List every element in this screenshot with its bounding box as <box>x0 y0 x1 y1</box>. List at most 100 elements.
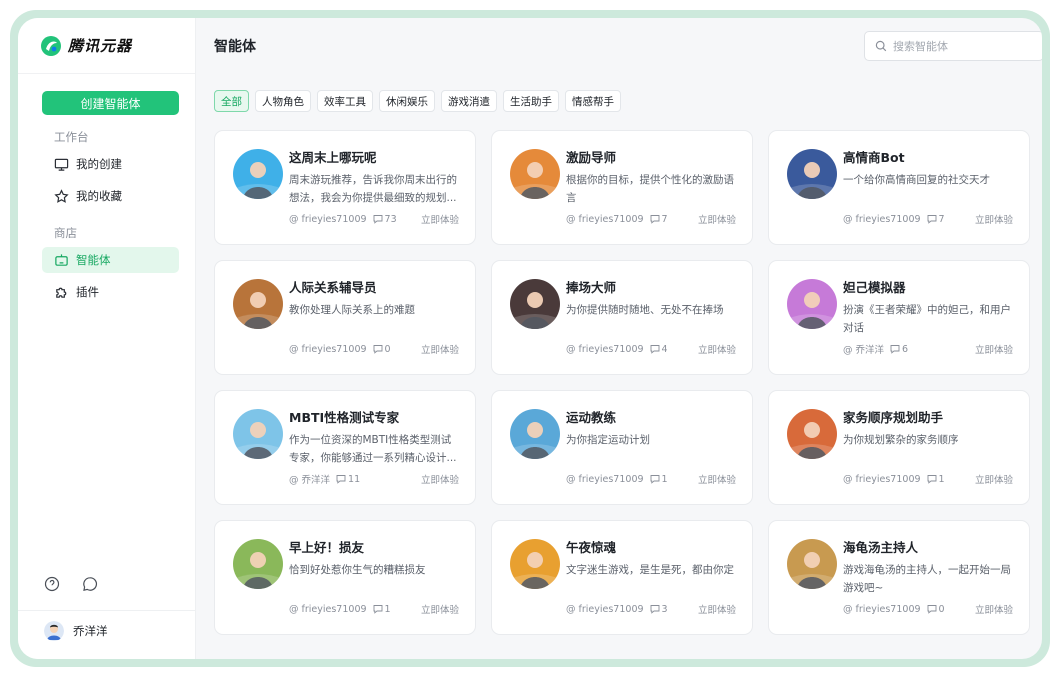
agent-comment-count: 3 <box>661 603 668 615</box>
agent-avatar-image <box>510 149 560 199</box>
agent-meta: @ frieyies71009 1 立即体验 <box>843 472 1013 487</box>
try-now-link[interactable]: 立即体验 <box>975 472 1013 486</box>
agent-card[interactable]: 家务顺序规划助手 为你规划繁杂的家务顺序 @ frieyies71009 1 立… <box>768 390 1030 505</box>
agent-card[interactable]: 捧场大师 为你提供随时随地、无处不在捧场 @ frieyies71009 4 立… <box>491 260 753 375</box>
agent-comment-count: 1 <box>661 473 668 485</box>
try-now-link[interactable]: 立即体验 <box>421 602 459 616</box>
sidebar: 腾讯元器 创建智能体 工作台 我的创建 我的收藏 商店 智能体 插件 乔洋洋 <box>18 18 196 659</box>
app-window: 腾讯元器 创建智能体 工作台 我的创建 我的收藏 商店 智能体 插件 乔洋洋 智… <box>18 18 1042 659</box>
tab-life-assistant[interactable]: 生活助手 <box>503 90 559 112</box>
try-now-link[interactable]: 立即体验 <box>975 342 1013 356</box>
agent-avatar-image <box>787 539 837 589</box>
try-now-link[interactable]: 立即体验 <box>698 472 736 486</box>
agent-avatar <box>233 279 283 329</box>
agent-title: 运动教练 <box>566 410 617 425</box>
user-profile[interactable]: 乔洋洋 <box>18 610 195 650</box>
agent-description: 教你处理人际关系上的难题 <box>289 304 415 316</box>
tab-characters[interactable]: 人物角色 <box>255 90 311 112</box>
agent-comment-count: 73 <box>384 213 397 225</box>
agent-grid: 这周末上哪玩呢 周末游玩推荐，告诉我你周末出行的想法，我会为你提供最细致的规划.… <box>214 130 1042 635</box>
agent-title: 海龟汤主持人 <box>843 540 919 555</box>
agent-avatar <box>510 149 560 199</box>
agent-author[interactable]: @ frieyies71009 <box>843 474 921 485</box>
agent-author[interactable]: @ frieyies71009 <box>566 474 644 485</box>
avatar <box>44 620 64 641</box>
agent-avatar-image <box>787 279 837 329</box>
tab-productivity[interactable]: 效率工具 <box>317 90 373 112</box>
agent-comment-count: 6 <box>902 343 909 355</box>
agent-card[interactable]: 午夜惊魂 文字迷生游戏，是生是死，都由你定 @ frieyies71009 3 … <box>491 520 753 635</box>
agent-description: 根据你的目标，提供个性化的激励语言 <box>566 174 734 204</box>
agent-author[interactable]: @ frieyies71009 <box>566 604 644 615</box>
agent-meta: @ frieyies71009 3 立即体验 <box>566 602 736 617</box>
sidebar-item-my-favorites[interactable]: 我的收藏 <box>42 183 179 209</box>
agent-author[interactable]: @ 乔洋洋 <box>843 342 884 356</box>
agent-avatar-image <box>510 539 560 589</box>
comment-icon <box>650 345 659 354</box>
agent-card[interactable]: 妲己模拟器 扮演《王者荣耀》中的妲己，和用户对话 @ 乔洋洋 6 立即体验 <box>768 260 1030 375</box>
agent-avatar-image <box>787 409 837 459</box>
tab-emotional-helper[interactable]: 情感帮手 <box>565 90 621 112</box>
agent-meta: @ frieyies71009 7 立即体验 <box>843 212 1013 227</box>
agent-description: 为你规划繁杂的家务顺序 <box>843 434 959 446</box>
page-title: 智能体 <box>214 39 256 55</box>
agent-avatar-image <box>787 149 837 199</box>
comment-icon <box>650 215 659 224</box>
agent-avatar <box>787 409 837 459</box>
try-now-link[interactable]: 立即体验 <box>421 212 459 226</box>
agent-card[interactable]: 高情商Bot 一个给你高情商回复的社交天才 @ frieyies71009 7 … <box>768 130 1030 245</box>
agent-avatar-image <box>233 149 283 199</box>
try-now-link[interactable]: 立即体验 <box>975 602 1013 616</box>
agent-title: 家务顺序规划助手 <box>843 410 944 425</box>
agent-avatar <box>787 149 837 199</box>
tab-games[interactable]: 游戏消遣 <box>441 90 497 112</box>
agent-author[interactable]: @ 乔洋洋 <box>289 472 330 486</box>
agent-author[interactable]: @ frieyies71009 <box>289 344 367 355</box>
agent-avatar-image <box>233 409 283 459</box>
search-icon <box>875 40 887 52</box>
agent-meta: @ frieyies71009 0 立即体验 <box>843 602 1013 617</box>
search-input[interactable] <box>893 39 1033 53</box>
agent-card[interactable]: 人际关系辅导员 教你处理人际关系上的难题 @ frieyies71009 0 立… <box>214 260 476 375</box>
sidebar-item-plugins[interactable]: 插件 <box>42 279 179 305</box>
agent-avatar <box>510 279 560 329</box>
agent-card[interactable]: 运动教练 为你指定运动计划 @ frieyies71009 1 立即体验 <box>491 390 753 505</box>
agent-title: 这周末上哪玩呢 <box>289 150 377 165</box>
agent-author[interactable]: @ frieyies71009 <box>843 604 921 615</box>
create-agent-button[interactable]: 创建智能体 <box>42 91 179 115</box>
agent-meta: @ frieyies71009 4 立即体验 <box>566 342 736 357</box>
category-tabs: 全部 人物角色 效率工具 休闲娱乐 游戏消遣 生活助手 情感帮手 <box>214 90 1042 112</box>
try-now-link[interactable]: 立即体验 <box>421 472 459 486</box>
try-now-link[interactable]: 立即体验 <box>698 342 736 356</box>
agent-card[interactable]: 海龟汤主持人 游戏海龟汤的主持人，一起开始一局游戏吧~ @ frieyies71… <box>768 520 1030 635</box>
sidebar-item-agents[interactable]: 智能体 <box>42 247 179 273</box>
agent-comment-count: 0 <box>938 603 945 615</box>
sidebar-item-my-creations[interactable]: 我的创建 <box>42 151 179 177</box>
comment-icon <box>373 345 382 354</box>
chat-icon[interactable] <box>82 576 98 592</box>
agent-author[interactable]: @ frieyies71009 <box>566 214 644 225</box>
agent-title: 激励导师 <box>566 150 617 165</box>
tab-leisure[interactable]: 休闲娱乐 <box>379 90 435 112</box>
agent-avatar <box>787 539 837 589</box>
try-now-link[interactable]: 立即体验 <box>698 602 736 616</box>
agent-author[interactable]: @ frieyies71009 <box>566 344 644 355</box>
agent-author[interactable]: @ frieyies71009 <box>843 214 921 225</box>
try-now-link[interactable]: 立即体验 <box>698 212 736 226</box>
agent-author[interactable]: @ frieyies71009 <box>289 214 367 225</box>
agent-card[interactable]: MBTI性格测试专家 作为一位资深的MBTI性格类型测试专家，你能够通过一系列精… <box>214 390 476 505</box>
agent-card[interactable]: 早上好！损友 恰到好处惹你生气的糟糕损友 @ frieyies71009 1 立… <box>214 520 476 635</box>
try-now-link[interactable]: 立即体验 <box>421 342 459 356</box>
tab-all[interactable]: 全部 <box>214 90 249 112</box>
agent-title: MBTI性格测试专家 <box>289 410 400 425</box>
help-icon[interactable] <box>44 576 60 592</box>
agent-card[interactable]: 这周末上哪玩呢 周末游玩推荐，告诉我你周末出行的想法，我会为你提供最细致的规划.… <box>214 130 476 245</box>
agent-title: 妲己模拟器 <box>843 280 906 295</box>
agent-description: 作为一位资深的MBTI性格类型测试专家，你能够通过一系列精心设计... <box>289 434 457 464</box>
agent-author[interactable]: @ frieyies71009 <box>289 604 367 615</box>
agent-card[interactable]: 激励导师 根据你的目标，提供个性化的激励语言 @ frieyies71009 7… <box>491 130 753 245</box>
search-box[interactable] <box>864 31 1042 61</box>
try-now-link[interactable]: 立即体验 <box>975 212 1013 226</box>
agent-meta: @ 乔洋洋 6 立即体验 <box>843 342 1013 357</box>
logo[interactable]: 腾讯元器 <box>18 18 195 74</box>
